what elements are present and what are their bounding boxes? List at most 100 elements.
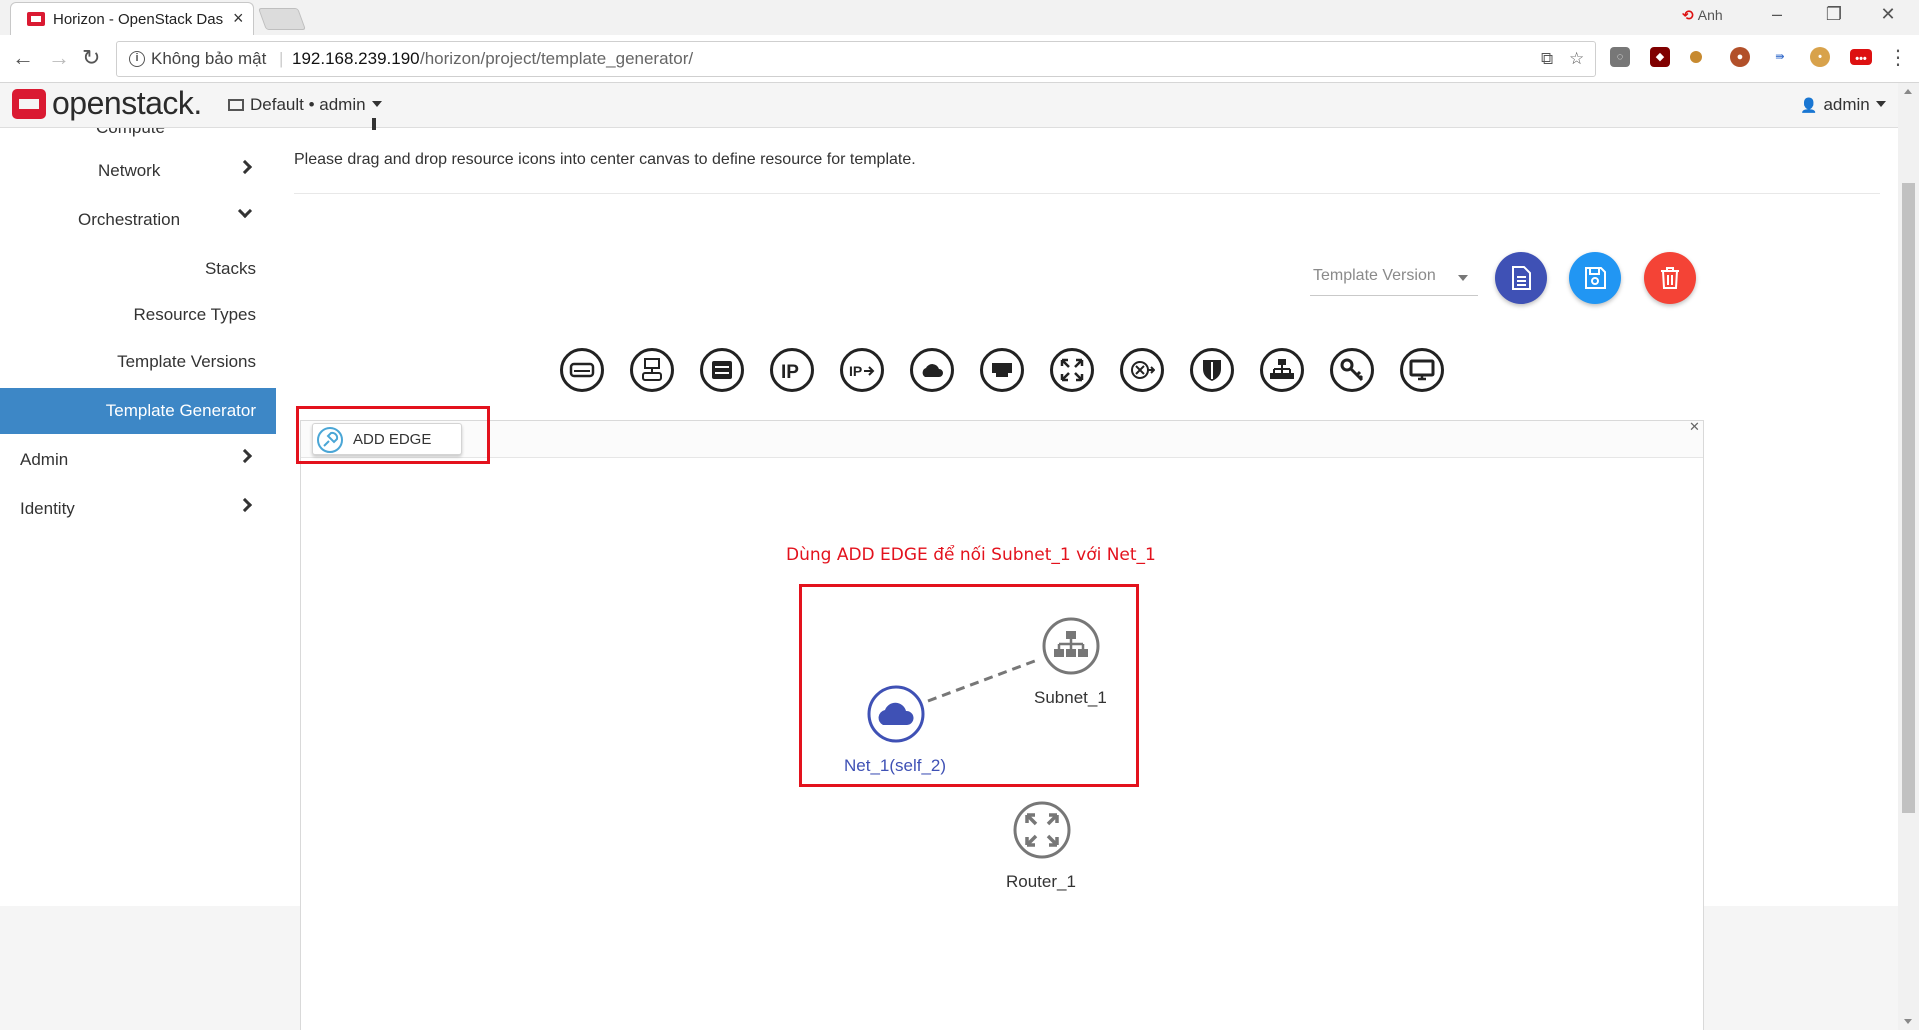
sidebar-item-compute-label: Compute	[96, 128, 165, 138]
node-subnet-label: Subnet_1	[1034, 688, 1107, 707]
browser-tab-active[interactable]: Horizon - OpenStack Dashboard ×	[10, 2, 254, 35]
project-selector[interactable]: Default • admin	[228, 95, 382, 115]
canvas-toolbar	[301, 421, 1703, 458]
sidebar-item-template-versions[interactable]: Template Versions	[0, 339, 276, 385]
template-version-placeholder: Template Version	[1313, 267, 1436, 284]
sidebar-item-network[interactable]: Network	[0, 148, 276, 194]
extension-cookie-icon[interactable]	[1690, 51, 1702, 63]
url-separator: |	[279, 49, 284, 68]
instructions-text: Please drag and drop resource icons into…	[294, 151, 916, 168]
generate-template-button[interactable]	[1495, 252, 1547, 304]
sidebar: Compute Network Orchestration Stacks Res…	[0, 128, 276, 906]
node-subnet[interactable]	[1042, 617, 1100, 675]
sidebar-item-stacks[interactable]: Stacks	[0, 246, 276, 292]
sidebar-item-resource-types[interactable]: Resource Types	[0, 292, 276, 338]
divider	[294, 193, 1880, 194]
openstack-logo-icon[interactable]	[12, 89, 46, 119]
horizon-header: openstack. Default • admin 👤 admin	[0, 83, 1898, 128]
router-icon	[1013, 801, 1071, 859]
page-scrollbar[interactable]	[1898, 83, 1919, 1030]
tab-close-icon[interactable]: ×	[233, 8, 244, 29]
subnet-icon[interactable]	[1260, 348, 1304, 392]
extension-off-icon[interactable]: ◌	[1610, 47, 1630, 67]
ublock-icon[interactable]: ◆	[1650, 47, 1670, 67]
canvas-close-icon[interactable]: ✕	[1689, 419, 1700, 435]
profile-icon: ⟲	[1682, 7, 1694, 23]
openstack-favicon-icon	[27, 12, 45, 26]
extension-monkey-icon[interactable]: ●	[1730, 47, 1750, 67]
svg-text:IP: IP	[781, 362, 799, 383]
template-version-select[interactable]: Template Version	[1310, 262, 1478, 296]
chevron-right-icon	[237, 159, 253, 175]
user-icon: 👤	[1800, 97, 1818, 113]
address-bar[interactable]: i Không bảo mật | 192.168.239.190 /horiz…	[116, 41, 1596, 77]
sidebar-item-label: Template Generator	[105, 401, 256, 420]
translate-icon[interactable]: ⧉	[1541, 49, 1553, 69]
volume-icon[interactable]	[560, 348, 604, 392]
keypair-icon[interactable]	[1330, 348, 1374, 392]
instance-icon[interactable]	[1400, 348, 1444, 392]
network-icon[interactable]	[910, 348, 954, 392]
router-icon[interactable]	[1050, 348, 1094, 392]
subnet-icon	[1042, 617, 1100, 675]
url-path: /horizon/project/template_generator/	[420, 49, 694, 68]
info-icon[interactable]: i	[129, 51, 145, 67]
sidebar-item-label: Orchestration	[78, 210, 181, 229]
sidebar-item-label: Admin	[20, 450, 69, 469]
chevron-right-icon	[237, 448, 253, 464]
sidebar-item-orchestration[interactable]: Orchestration	[0, 197, 276, 243]
annotation-text: Dùng ADD EDGE để nối Subnet_1 với Net_1	[786, 545, 1156, 565]
browser-menu-icon[interactable]: ⋮	[1888, 45, 1908, 70]
scroll-down-icon[interactable]	[1904, 1019, 1912, 1024]
router-interface-icon[interactable]	[1120, 348, 1164, 392]
extension-cookie2-icon[interactable]: •	[1810, 47, 1830, 67]
highlight-add-edge	[296, 406, 490, 464]
user-menu[interactable]: 👤 admin	[1800, 95, 1886, 115]
sidebar-item-template-generator[interactable]: Template Generator	[0, 388, 276, 434]
url-host: 192.168.239.190	[292, 49, 420, 68]
project-label: Default • admin	[250, 95, 366, 114]
port-icon[interactable]	[980, 348, 1024, 392]
node-router[interactable]	[1013, 801, 1071, 859]
logo-text[interactable]: openstack.	[52, 85, 202, 122]
sidebar-item-label: Stacks	[204, 259, 256, 278]
new-tab-button[interactable]	[257, 8, 307, 30]
caret-down-icon	[371, 101, 382, 107]
sidebar-item-identity[interactable]: Identity	[0, 486, 276, 532]
security-label[interactable]: Không bảo mật	[151, 49, 266, 69]
save-icon	[1585, 267, 1606, 289]
sidebar-item-admin[interactable]: Admin	[0, 437, 276, 483]
server-icon[interactable]	[700, 348, 744, 392]
floating-ip-association-icon[interactable]: IP	[840, 348, 884, 392]
svg-text:IP: IP	[849, 363, 862, 379]
save-template-button[interactable]	[1569, 252, 1621, 304]
bookmark-star-icon[interactable]: ☆	[1569, 49, 1584, 69]
sidebar-item-label: Network	[98, 161, 161, 180]
sidebar-item-label: Template Versions	[117, 352, 256, 371]
close-window-button[interactable]: ✕	[1868, 4, 1908, 25]
sidebar-partial-item[interactable]: Compute	[0, 128, 276, 138]
window-profile-button[interactable]: ⟲ Anh	[1682, 7, 1723, 24]
volume-attachment-icon[interactable]	[630, 348, 674, 392]
page-title-fragment	[372, 118, 376, 130]
node-net-label: Net_1(self_2)	[844, 756, 947, 775]
minimize-button[interactable]: –	[1757, 4, 1797, 25]
project-icon	[228, 99, 244, 111]
user-label: admin	[1823, 95, 1870, 114]
chevron-right-icon	[237, 497, 253, 513]
back-button[interactable]: ←	[12, 45, 34, 71]
restore-button[interactable]: ❐	[1814, 4, 1854, 25]
caret-down-icon	[1458, 275, 1468, 281]
forward-button[interactable]: →	[48, 45, 70, 71]
network-icon	[867, 685, 925, 743]
document-icon	[1512, 266, 1531, 290]
security-group-icon[interactable]	[1190, 348, 1234, 392]
extension-arrow-icon[interactable]: ⇛	[1770, 47, 1790, 67]
scroll-thumb[interactable]	[1902, 183, 1915, 813]
floating-ip-icon[interactable]: IP	[770, 348, 814, 392]
extension-lastpass-icon[interactable]: •••	[1850, 49, 1872, 65]
reload-button[interactable]: ↻	[82, 45, 100, 71]
delete-template-button[interactable]	[1644, 252, 1696, 304]
scroll-up-icon[interactable]	[1904, 89, 1912, 94]
node-net[interactable]	[867, 685, 925, 743]
